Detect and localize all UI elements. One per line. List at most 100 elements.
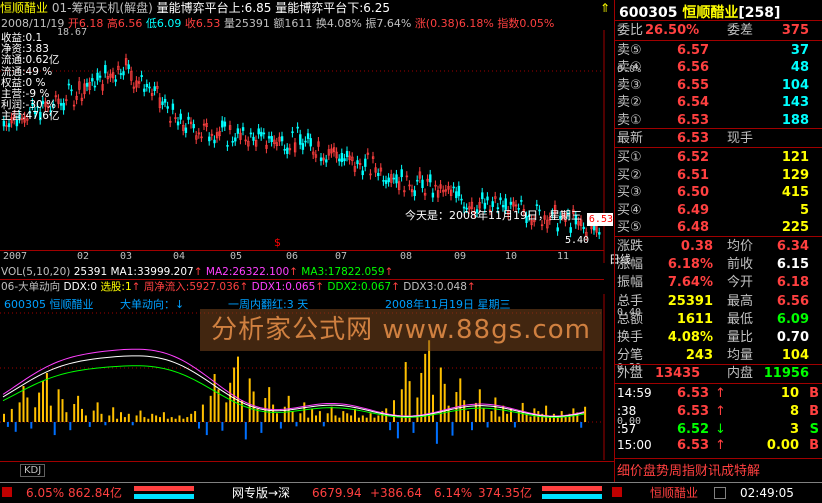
order-label: 买⑤: [617, 220, 642, 236]
ddx-bar: [92, 410, 95, 422]
ddx-bar: [463, 400, 466, 422]
candle: [171, 103, 175, 110]
ddx-bar: [42, 381, 44, 422]
max-price-label: 18.67: [57, 27, 88, 38]
ddx-bar: [151, 413, 154, 422]
ind-code-name: 600305 恒顺醋业: [4, 298, 94, 311]
candle: [582, 226, 585, 229]
order-volume: 415: [781, 185, 809, 201]
order-price: 6.48: [677, 220, 710, 236]
candle: [325, 159, 328, 163]
order-price: 6.49: [677, 202, 710, 218]
ddx-bar: [10, 408, 13, 422]
ddx-bar: [432, 394, 434, 422]
sz-label: 网专版→深: [232, 486, 291, 500]
order-price: 6.52: [677, 150, 710, 165]
candle: [249, 132, 253, 135]
ddx-bar: [174, 418, 177, 422]
sell-row: 卖④ 6.56 48: [615, 58, 822, 77]
candle: [85, 82, 89, 87]
ddx-bar: [346, 413, 349, 422]
candle: [481, 192, 484, 200]
ddx-bar: [272, 404, 275, 422]
order-label: 卖⑤: [617, 43, 642, 58]
ddx-bar: [205, 422, 208, 436]
bar-icon: [542, 486, 602, 491]
formula-name[interactable]: 01-筹码天机(解盘): [52, 1, 153, 15]
ddx-bar: [3, 413, 5, 422]
candle: [91, 78, 94, 82]
candle: [257, 128, 260, 135]
info-float: 流通:0.62亿: [1, 54, 60, 67]
ddx-bar: [545, 405, 548, 422]
ddx-bar: [237, 356, 239, 422]
fundamental-info: 收益:0.1 净资:3.83 流通:0.62亿 流通:49 % 权益:0 % 主…: [1, 32, 60, 123]
ddx-bar: [447, 405, 450, 422]
quote-low: 低6.09: [145, 17, 182, 30]
order-label: 卖①: [617, 112, 642, 128]
order-price: 6.56: [677, 60, 710, 76]
ddx-bar: [295, 422, 298, 427]
vol-line: VOL(5,10,20) 25391 MA1:33999.207↑ MA2:26…: [1, 266, 394, 278]
candle: [452, 186, 455, 189]
ddx-bar: [299, 413, 302, 422]
ddx-bar: [135, 415, 138, 422]
ddx-bar: [225, 402, 228, 422]
stat-row: 总手 25391 最高 6.56: [617, 293, 809, 309]
ddx-bar: [45, 372, 48, 422]
ddx-bar: [221, 422, 224, 431]
buy-row: 买③ 6.50 415: [615, 183, 822, 202]
panel-title: 600305 恒顺醋业[258]: [619, 5, 781, 21]
candle: [283, 148, 286, 151]
order-label: 卖②: [617, 95, 642, 111]
candle: [153, 86, 156, 91]
candle: [384, 180, 388, 184]
candle: [377, 172, 380, 176]
ddx-bar: [307, 417, 310, 422]
ddx-bar: [584, 406, 587, 422]
ddx-bar: [77, 395, 80, 422]
ddx-bar: [506, 413, 509, 422]
candle: [213, 139, 216, 144]
sh-amount: 862.84亿: [68, 486, 122, 500]
candle: [7, 123, 11, 128]
ddx-bar: [162, 412, 165, 422]
candle: [340, 153, 344, 163]
ddx-bar: [396, 422, 399, 439]
ddx2-line: [2, 355, 585, 418]
panel-tabs[interactable]: 细价盘势周指财讯成特解: [617, 460, 760, 479]
candle: [309, 138, 312, 147]
candle: [592, 225, 596, 231]
ddx-bar: [30, 422, 33, 429]
kdj-tab[interactable]: KDJ: [20, 464, 46, 477]
order-volume: 121: [781, 150, 809, 165]
ddx-bar: [369, 413, 372, 422]
candle: [62, 102, 65, 111]
ddx-bar: [186, 417, 189, 422]
candle: [161, 101, 164, 105]
ddx-bar: [73, 404, 76, 422]
candle: [299, 134, 302, 145]
ddx-bar: [498, 416, 501, 422]
ddx-bar: [61, 399, 64, 422]
status-bar: 6.05% 862.84亿 网专版→深 6679.94 +386.64 6.14…: [0, 482, 822, 503]
price-chart[interactable]: [0, 30, 614, 263]
ddx-bar: [53, 422, 56, 436]
chart-area[interactable]: 恒顺醋业 01-筹码天机(解盘) 量能博弈平台上:6.85 量能博弈平台下:6.…: [0, 0, 641, 482]
month-label: 04: [173, 251, 186, 262]
quote-panel: 600305 恒顺醋业[258] 委比 26.50% 委差 375 卖⑤ 6.5…: [614, 0, 822, 482]
buy-row: 买① 6.52 121: [615, 148, 822, 167]
candle: [291, 131, 294, 134]
outer-inner-row: 外盘 13435 内盘 11956: [617, 366, 809, 381]
order-label: 卖③: [617, 77, 642, 93]
candle: [67, 83, 71, 86]
up-arrow-icon[interactable]: ⇑: [600, 1, 610, 15]
candle: [319, 157, 323, 162]
candle: [96, 72, 99, 81]
ddx-bar: [361, 415, 364, 422]
candle: [148, 86, 151, 89]
order-volume: 188: [781, 112, 809, 128]
order-volume: 5: [799, 202, 809, 218]
sz-amount: 374.35亿: [478, 486, 532, 500]
quote-index: 指数0.05%: [497, 17, 555, 30]
